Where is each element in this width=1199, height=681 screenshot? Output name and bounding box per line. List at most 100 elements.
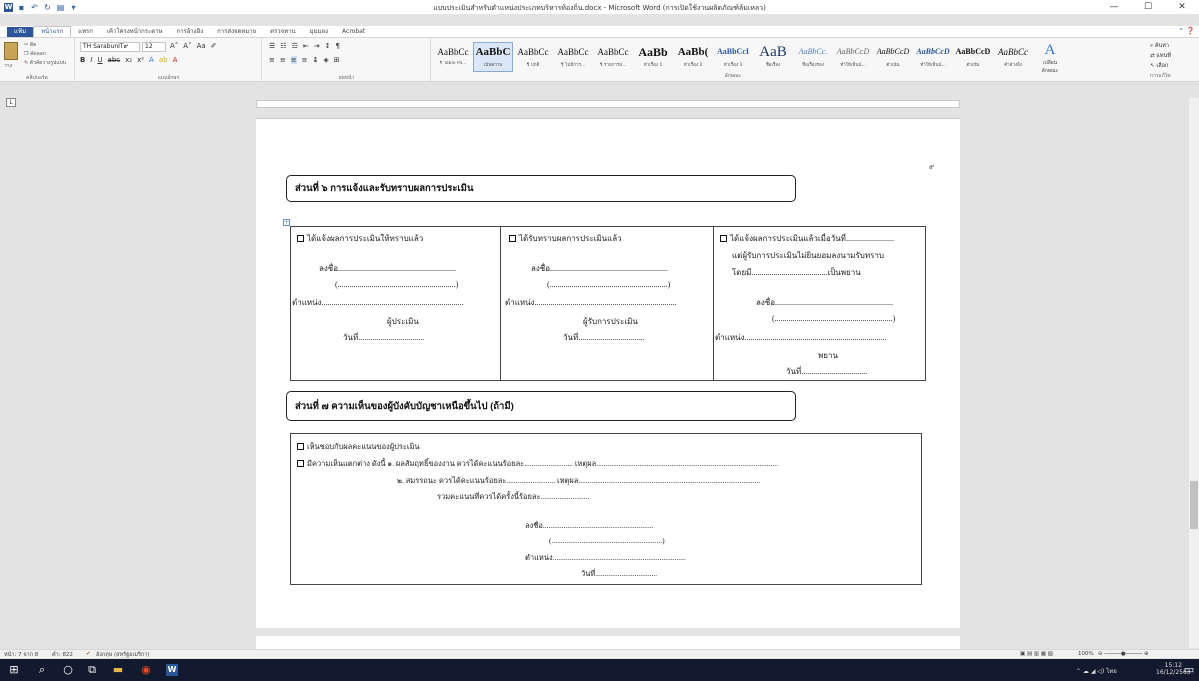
tab-review[interactable]: ตรวจทาน: [263, 27, 302, 37]
style-tile[interactable]: AaBbCcI หัวเรื่อง 3: [713, 42, 753, 72]
style-tile[interactable]: AaBbCcD ตัวเข้ม: [953, 42, 993, 72]
save-icon[interactable]: ▪: [17, 3, 26, 12]
help-icon[interactable]: ⌃ ❓: [1178, 27, 1195, 35]
style-tile[interactable]: AaBb(หัวเรื่อง 2: [673, 42, 713, 72]
checkbox-icon[interactable]: [297, 460, 304, 467]
horizontal-ruler[interactable]: [256, 100, 960, 108]
style-tile[interactable]: AaBbCc ¶ ไม่มีการ...: [553, 42, 593, 72]
proofing-icon[interactable]: ✔: [86, 651, 91, 657]
cortana-icon[interactable]: ○: [62, 664, 74, 676]
style-tile[interactable]: AaBbCcD ทำให้เห็นน์...: [833, 42, 873, 72]
chrome-icon[interactable]: ◉: [140, 664, 152, 676]
maximize-button[interactable]: ☐: [1131, 0, 1165, 14]
style-tile[interactable]: AaBbCcD ทำให้เห็นน์...: [913, 42, 953, 72]
justify-icon[interactable]: ≡: [302, 56, 308, 64]
underline-icon[interactable]: U: [97, 56, 102, 64]
replace-button[interactable]: ⇄ แทนที่: [1150, 51, 1171, 61]
tab-selector[interactable]: L: [6, 98, 16, 107]
close-button[interactable]: ✕: [1165, 0, 1199, 14]
view-buttons[interactable]: ▣ ▤ ▥ ▦ ▧: [1020, 651, 1053, 657]
select-button[interactable]: ↖ เลือก: [1150, 61, 1171, 71]
checkbox-icon[interactable]: [509, 235, 516, 242]
paste-icon[interactable]: [4, 42, 18, 60]
word-taskbar-icon[interactable]: W: [166, 664, 178, 676]
copy-button[interactable]: ❐ คัดลอก: [24, 50, 46, 58]
vertical-scrollbar[interactable]: [1189, 98, 1199, 648]
language-indicator[interactable]: อังกฤษ (สหรัฐอเมริกา): [96, 651, 149, 659]
paste-button[interactable]: วาง: [4, 62, 12, 70]
word-count[interactable]: คำ: 822: [52, 651, 73, 659]
cut-button[interactable]: ✂ ตัด: [24, 41, 36, 49]
align-left-icon[interactable]: ≡: [269, 56, 275, 64]
word-app-icon[interactable]: W: [4, 2, 13, 12]
format-painter-button[interactable]: ✎ ตัวคัดวางรูปแบบ: [24, 59, 66, 67]
highlight-icon[interactable]: ab: [159, 56, 168, 64]
style-tile[interactable]: AaBbCcD ตัวเน้น: [873, 42, 913, 72]
sort-icon[interactable]: ↕: [325, 42, 331, 50]
tray-icons[interactable]: ⌃ ☁ ◢ ◁) ไทย: [1076, 666, 1117, 676]
table-move-handle[interactable]: +: [283, 219, 290, 226]
undo-icon[interactable]: ↶: [30, 3, 39, 12]
font-size-dropdown[interactable]: 12: [142, 42, 166, 52]
find-button[interactable]: ⌕ ค้นหา: [1150, 41, 1171, 51]
shading-icon[interactable]: ◈: [323, 56, 328, 64]
bold-icon[interactable]: B: [80, 56, 85, 64]
file-explorer-icon[interactable]: ▬: [112, 664, 124, 676]
bullets-icon[interactable]: ☰: [269, 42, 275, 50]
checkbox-icon[interactable]: [297, 235, 304, 242]
borders-icon[interactable]: ⊞: [334, 56, 340, 64]
zoom-level[interactable]: 100%: [1078, 651, 1094, 657]
agree-checkbox-row[interactable]: เห็นชอบกับผลคะแนนของผู้ประเมิน: [297, 441, 420, 453]
increase-indent-icon[interactable]: ⇥: [314, 42, 320, 50]
tab-references[interactable]: การอ้างอิง: [169, 27, 210, 37]
search-icon[interactable]: ⌕: [36, 664, 48, 676]
tab-insert[interactable]: แทรก: [71, 27, 100, 37]
style-tile[interactable]: AaBbCc ¶ รายการย่...: [593, 42, 633, 72]
line-spacing-icon[interactable]: ↨: [313, 56, 319, 64]
minimize-button[interactable]: —: [1097, 0, 1131, 14]
notified-checkbox-row[interactable]: ได้แจ้งผลการประเมินให้ทราบแล้ว: [297, 232, 423, 245]
customize-qat-icon[interactable]: ▾: [69, 3, 78, 12]
align-right-icon[interactable]: ≡: [290, 56, 297, 64]
style-tile[interactable]: AaBbCc. ชื่อเรื่องรอง: [793, 42, 833, 72]
font-color-icon[interactable]: A: [173, 56, 178, 64]
tab-page-layout[interactable]: เค้าโครงหน้ากระดาษ: [100, 27, 170, 37]
style-tile[interactable]: AaB ชื่อเรื่อง: [753, 42, 793, 72]
decrease-indent-icon[interactable]: ⇤: [303, 42, 309, 50]
style-tile[interactable]: AaBbC เน้นความ: [473, 42, 513, 72]
task-view-icon[interactable]: ⧉: [86, 664, 98, 676]
checkbox-icon[interactable]: [720, 235, 727, 242]
change-styles-button[interactable]: A เปลี่ยน ลักษณะ: [1035, 42, 1065, 75]
tab-mailings[interactable]: การส่งจดหมาย: [210, 27, 263, 37]
text-effects-icon[interactable]: A: [149, 56, 154, 64]
align-center-icon[interactable]: ≡: [280, 56, 286, 64]
page-count[interactable]: หน้า: 7 จาก 8: [4, 651, 38, 659]
tab-acrobat[interactable]: Acrobat: [335, 27, 372, 37]
strikethrough-icon[interactable]: abc: [108, 56, 121, 64]
superscript-icon[interactable]: x²: [137, 56, 144, 64]
tab-file[interactable]: แฟ้ม: [7, 26, 34, 37]
subscript-icon[interactable]: x₂: [125, 56, 132, 64]
scroll-thumb[interactable]: [1190, 481, 1198, 529]
numbering-icon[interactable]: ☷: [280, 42, 286, 50]
tab-home[interactable]: หน้าแรก: [33, 26, 72, 37]
zoom-slider[interactable]: ⊖ ─────●───── ⊕: [1098, 651, 1149, 657]
acknowledged-checkbox-row[interactable]: ได้รับทราบผลการประเมินแล้ว: [509, 232, 622, 245]
italic-icon[interactable]: I: [90, 56, 92, 64]
style-tile[interactable]: AaBbCc ¶ ปกติ: [513, 42, 553, 72]
clear-format-icon[interactable]: ✐: [211, 42, 217, 50]
shrink-font-icon[interactable]: A˅: [183, 42, 191, 50]
multilevel-list-icon[interactable]: ☲: [292, 42, 298, 50]
print-preview-icon[interactable]: ▤: [56, 3, 65, 12]
tab-view[interactable]: มุมมอง: [303, 27, 335, 37]
notification-icon[interactable]: ▭: [1183, 664, 1195, 676]
windows-start-icon[interactable]: ⊞: [8, 664, 20, 676]
show-marks-icon[interactable]: ¶: [335, 42, 339, 50]
notified-date-checkbox-row[interactable]: ได้แจ้งผลการประเมินแล้วเมื่อวันที่......…: [720, 232, 894, 245]
redo-icon[interactable]: ↻: [43, 3, 52, 12]
change-case-icon[interactable]: Aa: [197, 42, 206, 50]
style-tile[interactable]: AaBb หัวเรื่อง 1: [633, 42, 673, 72]
grow-font-icon[interactable]: A˄: [170, 42, 178, 50]
disagree-checkbox-row[interactable]: มีความเห็นแตกต่าง ดังนี้ ๑. ผลสัมฤทธิ์ขอ…: [297, 458, 778, 470]
font-name-dropdown[interactable]: TH SarabunIT๙: [80, 42, 140, 52]
